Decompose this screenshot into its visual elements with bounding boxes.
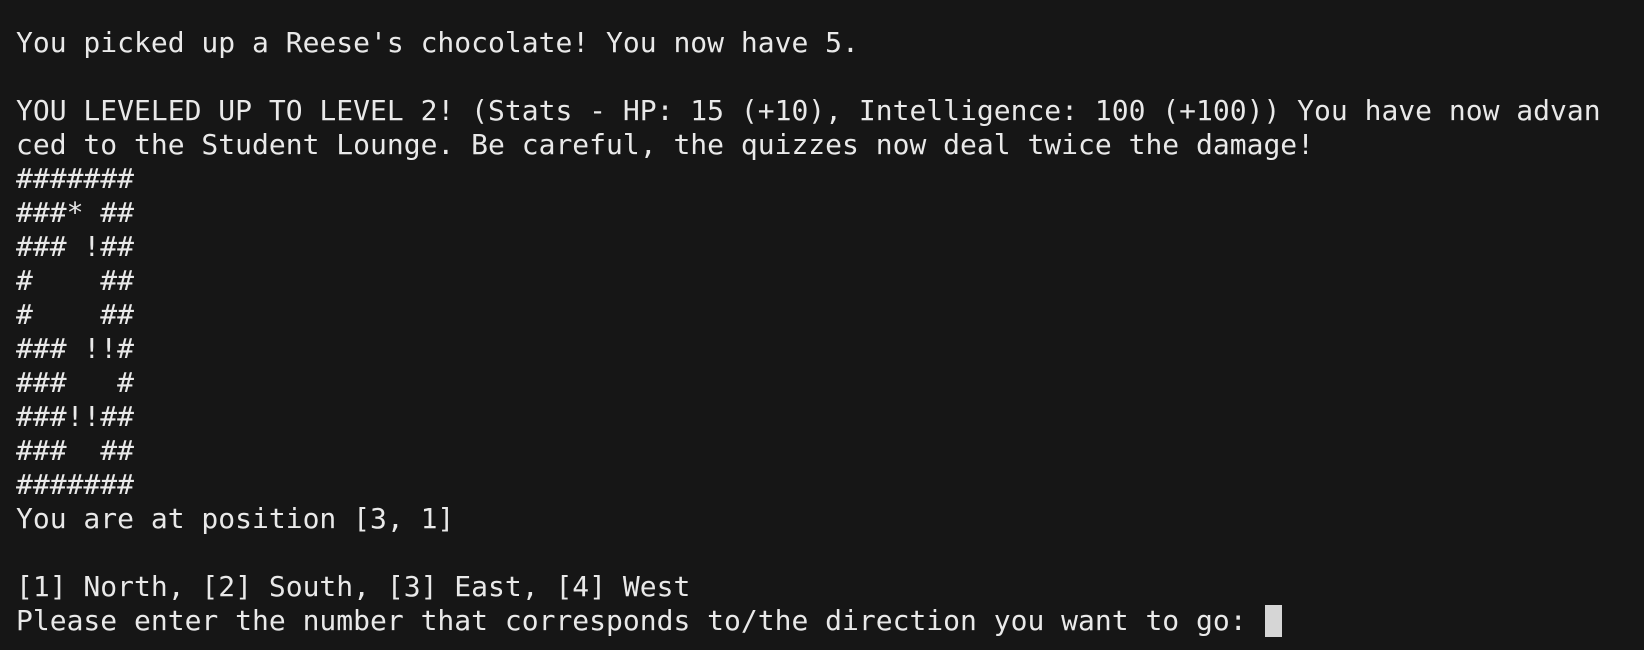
- map-row: ###!!##: [16, 400, 135, 433]
- ascii-map: ####### ###* ## ### !## # ## # ## ### !!…: [16, 162, 1644, 502]
- position-message: You are at position [3, 1]: [16, 502, 455, 535]
- map-row: ### #: [16, 366, 135, 399]
- map-row: ### !!#: [16, 332, 135, 365]
- map-row: # ##: [16, 264, 135, 297]
- levelup-message-line-1: YOU LEVELED UP TO LEVEL 2! (Stats - HP: …: [16, 94, 1601, 127]
- pickup-message: You picked up a Reese's chocolate! You n…: [16, 26, 859, 59]
- map-row: ### ##: [16, 434, 135, 467]
- levelup-message-line-2: ced to the Student Lounge. Be careful, t…: [16, 128, 1315, 161]
- map-row: ### !##: [16, 230, 135, 263]
- terminal-window[interactable]: You picked up a Reese's chocolate! You n…: [0, 0, 1644, 650]
- map-row: #######: [16, 468, 135, 501]
- map-row: # ##: [16, 298, 135, 331]
- direction-options: [1] North, [2] South, [3] East, [4] West: [16, 570, 691, 603]
- input-prompt-line[interactable]: Please enter the number that corresponds…: [16, 604, 1644, 638]
- map-row: #######: [16, 162, 135, 195]
- input-prompt: Please enter the number that corresponds…: [16, 604, 1264, 637]
- text-cursor[interactable]: [1265, 605, 1283, 637]
- map-row: ###* ##: [16, 196, 135, 229]
